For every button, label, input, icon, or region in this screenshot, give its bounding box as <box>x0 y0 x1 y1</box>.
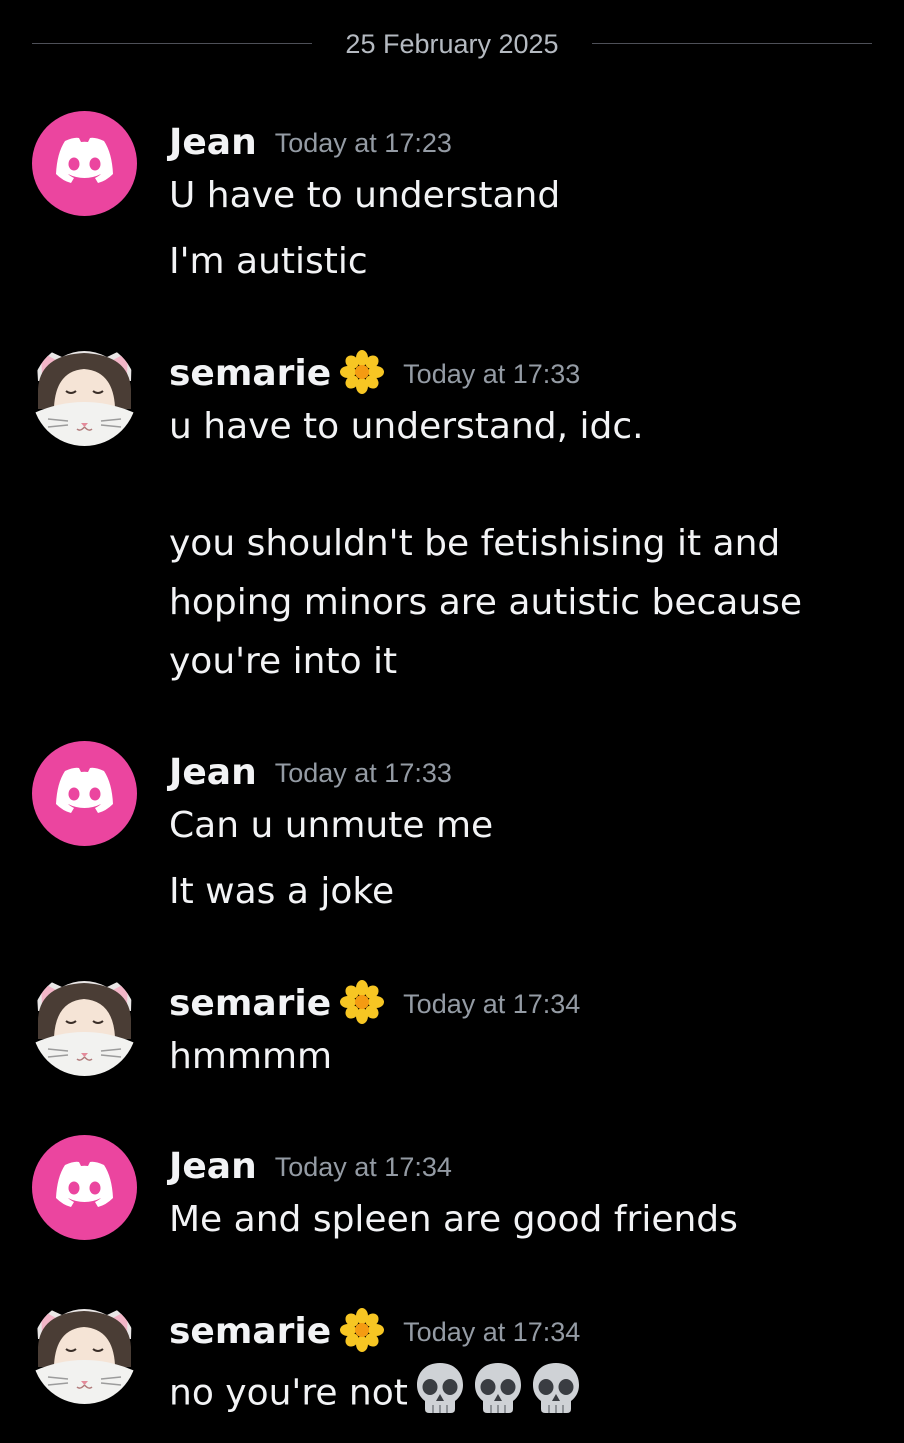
message-header: Jean Today at 17:33 <box>169 749 452 797</box>
avatar[interactable] <box>32 111 137 216</box>
avatar[interactable] <box>32 1299 137 1404</box>
message-text: you shouldn't be fetishising it and <box>169 523 781 564</box>
flower-icon <box>339 1307 385 1357</box>
username[interactable]: Jean <box>169 119 257 167</box>
username[interactable]: Jean <box>169 1143 257 1191</box>
timestamp: Today at 17:34 <box>274 1152 452 1182</box>
message-text: no you're not <box>169 1361 582 1428</box>
discord-logo-icon <box>56 1161 113 1207</box>
discord-logo-icon <box>56 767 113 813</box>
skull-emoji-icon <box>414 1361 466 1428</box>
avatar[interactable] <box>32 1135 137 1240</box>
cat-girl-avatar <box>32 341 137 446</box>
timestamp: Today at 17:33 <box>403 359 581 389</box>
message-text: u have to understand, idc. <box>169 406 644 447</box>
username[interactable]: semarie <box>169 1308 331 1356</box>
avatar[interactable] <box>32 741 137 846</box>
message-text: It was a joke <box>169 871 395 912</box>
message-text: Can u unmute me <box>169 805 494 846</box>
divider-line <box>592 43 872 44</box>
flower-icon <box>339 349 385 399</box>
discord-logo-icon <box>56 137 113 183</box>
avatar[interactable] <box>32 971 137 1076</box>
username[interactable]: Jean <box>169 749 257 797</box>
message-text-content: no you're not <box>169 1372 408 1414</box>
message-text: hmmmm <box>169 1036 333 1077</box>
cat-girl-avatar <box>32 971 137 1076</box>
message-header: semarie Today at 17:34 <box>169 979 580 1027</box>
avatar[interactable] <box>32 341 137 446</box>
username[interactable]: semarie <box>169 980 331 1028</box>
date-divider: 25 February 2025 <box>32 27 872 61</box>
message-header: semarie Today at 17:33 <box>169 349 580 397</box>
flower-icon <box>339 979 385 1029</box>
cat-girl-avatar <box>32 1299 137 1404</box>
message-text: you're into it <box>169 641 398 682</box>
skull-emoji-icon <box>530 1361 582 1428</box>
timestamp: Today at 17:34 <box>403 989 581 1019</box>
message-header: semarie Today at 17:34 <box>169 1307 580 1355</box>
skull-emoji-icon <box>472 1361 524 1428</box>
divider-date: 25 February 2025 <box>345 29 559 59</box>
message-header: Jean Today at 17:23 <box>169 119 452 167</box>
message-text: I'm autistic <box>169 241 368 282</box>
message-text: U have to understand <box>169 175 561 216</box>
username[interactable]: semarie <box>169 350 331 398</box>
message-text: hoping minors are autistic because <box>169 582 803 623</box>
message-header: Jean Today at 17:34 <box>169 1143 452 1191</box>
timestamp: Today at 17:23 <box>274 128 452 158</box>
timestamp: Today at 17:34 <box>403 1317 581 1347</box>
timestamp: Today at 17:33 <box>274 758 452 788</box>
message-text: Me and spleen are good friends <box>169 1199 738 1240</box>
